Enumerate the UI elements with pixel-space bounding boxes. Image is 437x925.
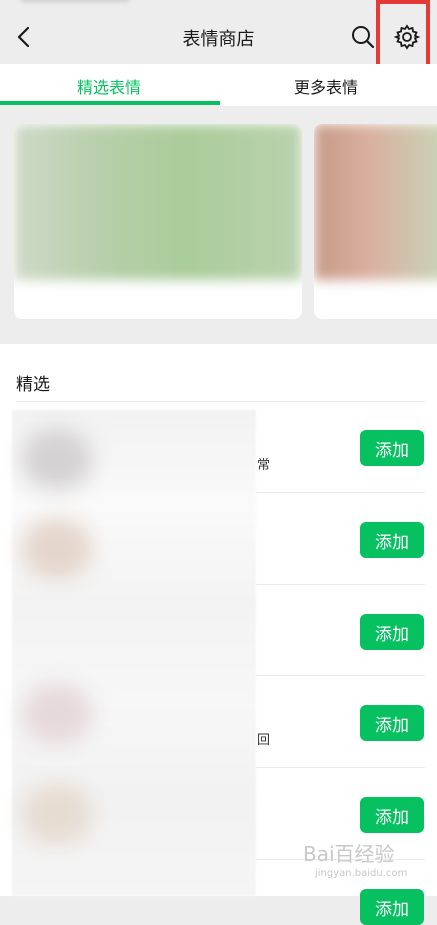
watermark-url: jingyan.baidu.com bbox=[315, 868, 408, 879]
divider bbox=[16, 401, 425, 402]
divider bbox=[256, 584, 425, 585]
section-title: 精选 bbox=[16, 375, 50, 395]
item-thumbnail-blurred bbox=[22, 519, 92, 579]
add-button[interactable]: 添加 bbox=[360, 614, 424, 650]
top-bar: 表情商店 bbox=[0, 10, 437, 64]
add-button[interactable]: 添加 bbox=[360, 705, 424, 741]
tab-bar: 精选表情 更多表情 bbox=[0, 64, 437, 106]
search-icon[interactable] bbox=[350, 24, 376, 50]
divider bbox=[256, 675, 425, 676]
divider bbox=[256, 767, 425, 768]
item-thumbnail-blurred bbox=[22, 684, 92, 744]
status-bar bbox=[0, 0, 437, 10]
item-thumbnail-blurred bbox=[22, 784, 92, 844]
tab-featured[interactable]: 精选表情 bbox=[77, 74, 141, 98]
banner-card-next[interactable] bbox=[314, 124, 437, 319]
status-bar-text-blurred bbox=[20, 0, 130, 2]
add-button[interactable]: 添加 bbox=[360, 522, 424, 558]
banner-card[interactable] bbox=[14, 124, 302, 319]
add-button[interactable]: 添加 bbox=[360, 430, 424, 466]
featured-section: 精选 常 添加 添加 添加 回 添加 添加 添加 bbox=[0, 344, 437, 925]
item-thumbnail-blurred bbox=[22, 429, 92, 489]
active-tab-indicator bbox=[0, 101, 220, 105]
watermark: Bai百经验 bbox=[303, 842, 395, 866]
add-button[interactable]: 添加 bbox=[360, 889, 424, 925]
banner-carousel[interactable] bbox=[0, 106, 437, 342]
add-button[interactable]: 添加 bbox=[360, 797, 424, 833]
banner-image bbox=[14, 124, 302, 280]
item-desc-fragment: 常 bbox=[257, 458, 271, 473]
item-desc-fragment: 回 bbox=[257, 733, 271, 748]
divider bbox=[256, 492, 425, 493]
tab-more[interactable]: 更多表情 bbox=[294, 74, 358, 98]
banner-image bbox=[314, 124, 437, 280]
